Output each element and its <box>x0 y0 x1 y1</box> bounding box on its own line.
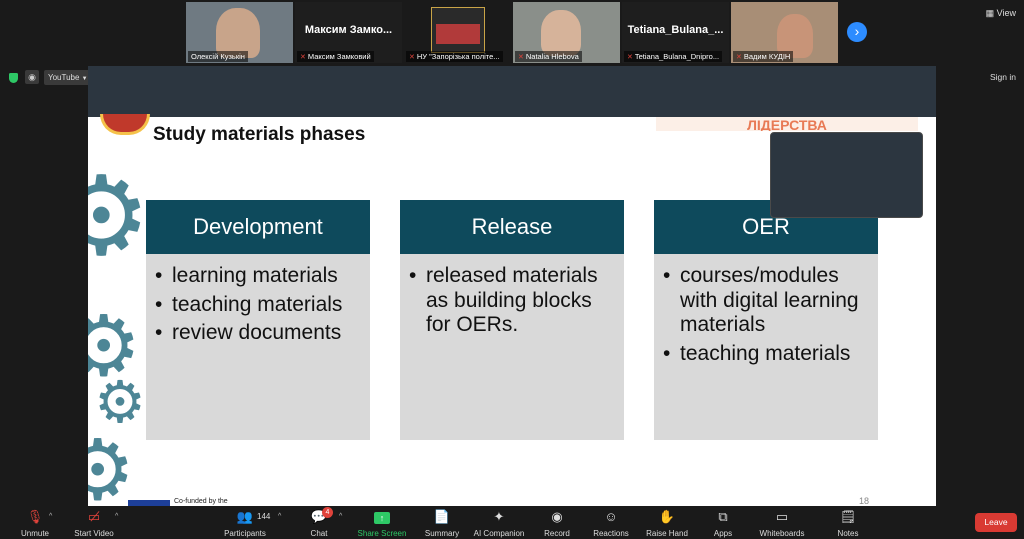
university-logo <box>100 114 150 135</box>
grid-icon: ▦ <box>985 8 995 18</box>
phase-column-oer: OER courses/modules with digital learnin… <box>654 200 878 440</box>
chevron-up-icon[interactable]: ^ <box>49 513 52 520</box>
slide-page-number: 18 <box>859 496 870 506</box>
chevron-down-icon: ▼ <box>81 76 88 82</box>
start-video-button[interactable]: ▭̸ Start Video <box>59 506 129 539</box>
phase-item: teaching materials <box>155 293 364 318</box>
youtube-tab-label: YouTube <box>48 73 80 82</box>
participant-name: Tetiana_Bulana_Dnipro... <box>634 52 720 61</box>
cofunded-text: Co-funded by the <box>174 498 228 505</box>
slide-banner <box>88 66 936 117</box>
youtube-tab[interactable]: YouTube ▼ <box>44 70 92 85</box>
participant-display-name: Tetiana_Bulana_... <box>627 24 724 36</box>
participants-count: 144 <box>257 512 271 521</box>
participant-name: Natalia Hlebova <box>525 52 579 61</box>
view-label: View <box>996 8 1016 18</box>
eu-flag-logo <box>128 500 170 506</box>
participant-name: НУ "Запорізька політе... <box>416 52 500 61</box>
participant-tile[interactable]: Максим Замко... ✕ Максим Замковий <box>295 2 402 63</box>
phase-column-release: Release released materials as building b… <box>400 200 624 440</box>
university-logo <box>431 7 485 53</box>
participant-tile[interactable]: ✕ Natalia Hlebova <box>513 2 620 63</box>
muted-mic-icon: ✕ <box>627 54 633 61</box>
participant-display-name: Максим Замко... <box>304 24 393 36</box>
phase-body: released materials as building blocks fo… <box>400 254 624 440</box>
notes-label: Notes <box>837 529 859 538</box>
shield-icon <box>9 73 18 83</box>
self-view-video[interactable] <box>770 132 923 218</box>
phase-body: courses/modules with digital learning ma… <box>654 254 878 440</box>
participant-tile[interactable]: ✕ Вадим КУДІН <box>731 2 838 63</box>
chevron-up-icon[interactable]: ^ <box>115 513 118 520</box>
chat-button[interactable]: 💬 Chat <box>284 506 354 539</box>
start-video-label: Start Video <box>74 529 114 538</box>
slide-title: Study materials phases <box>153 124 366 145</box>
chevron-up-icon[interactable]: ^ <box>278 513 281 520</box>
chat-icon: 💬 <box>310 509 328 524</box>
chat-badge: 4 <box>322 507 333 518</box>
shared-screen: ЛІДЕРСТВА Study materials phases ⚙ ⚙ ⚙ ⚙… <box>88 66 936 506</box>
chat-label: Chat <box>310 529 328 538</box>
phase-item: teaching materials <box>663 342 872 367</box>
phase-column-development: Development learning materials teaching … <box>146 200 370 440</box>
phase-item: courses/modules with digital learning ma… <box>663 264 872 338</box>
participant-tile[interactable]: Олексій Кузькін <box>186 2 293 63</box>
view-button[interactable]: ▦ View <box>986 8 1016 19</box>
phase-body: learning materials teaching materials re… <box>146 254 370 440</box>
rss-icon[interactable]: ◉ <box>25 70 39 84</box>
next-participants-arrow-icon[interactable]: › <box>847 22 867 42</box>
sign-in-link[interactable]: Sign in <box>990 72 1016 82</box>
phase-item: review documents <box>155 321 364 346</box>
phase-item: learning materials <box>155 264 364 289</box>
whiteboard-icon: ▭ <box>775 509 789 524</box>
notes-icon: 🗒 <box>839 509 857 524</box>
whiteboards-button[interactable]: ▭ Whiteboards <box>747 506 817 539</box>
participant-name: Олексій Кузькін <box>191 52 245 61</box>
participant-video <box>541 10 581 56</box>
phase-heading: Release <box>400 200 624 254</box>
video-off-icon: ▭̸ <box>87 509 101 524</box>
share-screen-icon: ↑ <box>374 512 390 524</box>
whiteboards-label: Whiteboards <box>759 529 805 538</box>
participant-tile[interactable]: Tetiana_Bulana_... ✕ Tetiana_Bulana_Dnipr… <box>622 2 729 63</box>
gear-icon: ⚙ <box>88 423 136 506</box>
phase-heading: Development <box>146 200 370 254</box>
muted-mic-icon: ✕ <box>518 54 524 61</box>
gear-icon: ⚙ <box>88 155 151 278</box>
slide-corner-text: ЛІДЕРСТВА <box>656 117 918 131</box>
leave-button[interactable]: Leave <box>975 513 1017 532</box>
participants-label: Participants <box>224 529 266 538</box>
participant-name: Максим Замковий <box>307 52 371 61</box>
participant-caption: Олексій Кузькін <box>188 51 248 62</box>
phase-item: released materials as building blocks fo… <box>409 264 618 338</box>
chevron-up-icon[interactable]: ^ <box>339 513 342 520</box>
muted-mic-icon: ✕ <box>409 54 415 61</box>
participants-button[interactable]: 👥 Participants <box>210 506 280 539</box>
muted-mic-icon: ✕ <box>300 54 306 61</box>
participant-tile[interactable]: ✕ НУ "Запорізька політе... <box>404 2 511 63</box>
notes-button[interactable]: 🗒 Notes <box>813 506 883 539</box>
participant-name: Вадим КУДІН <box>743 52 791 61</box>
muted-mic-icon: ✕ <box>736 54 742 61</box>
